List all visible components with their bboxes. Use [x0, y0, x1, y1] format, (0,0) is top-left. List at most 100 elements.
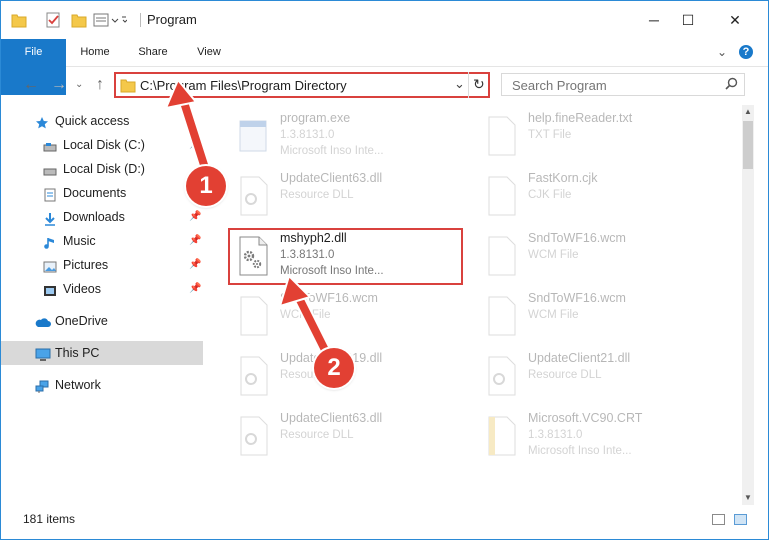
- step-badge-1: 1: [186, 166, 226, 206]
- file-item[interactable]: help.fineReader.txt TXT File: [478, 107, 718, 163]
- properties-icon[interactable]: [45, 11, 61, 29]
- file-name: UpdateClient63.dll: [280, 411, 383, 425]
- file-item[interactable]: UpdateClient63.dll Resource DLL: [230, 407, 470, 463]
- search-input[interactable]: [510, 77, 724, 94]
- file-type: WCM File: [528, 309, 579, 321]
- details-view-icon[interactable]: [712, 514, 725, 525]
- address-bar[interactable]: C:\Program Files\Program Directory ⌄: [114, 72, 490, 98]
- scroll-down-icon[interactable]: ▼: [744, 493, 752, 502]
- recent-locations-icon[interactable]: ⌄: [75, 79, 83, 90]
- dll-file-icon: [484, 355, 518, 397]
- sidebar-item-local-disk-c[interactable]: Local Disk (C:) 📌: [1, 133, 203, 157]
- dll-file-icon: [236, 355, 270, 397]
- pin-icon[interactable]: 📌: [189, 229, 201, 253]
- ribbon: File Home Share View ⌄ ?: [1, 39, 768, 95]
- sidebar-item-music[interactable]: Music 📌: [1, 229, 203, 253]
- address-dropdown-icon[interactable]: ⌄: [454, 76, 465, 92]
- refresh-button[interactable]: ↻: [468, 72, 490, 98]
- maximize-button[interactable]: ☐: [665, 1, 711, 39]
- file-type: TXT File: [528, 129, 572, 141]
- status-bar: 181 items: [1, 507, 768, 539]
- file-item[interactable]: UpdateClient21.dll Resource DLL: [478, 347, 718, 403]
- music-icon: [43, 234, 57, 249]
- forward-arrow-icon[interactable]: →: [51, 76, 67, 94]
- navigation-pane: Quick access Local Disk (C:) 📌 Local Dis…: [1, 105, 205, 505]
- file-item[interactable]: FastKorn.cjk CJK File: [478, 167, 718, 223]
- download-icon: [43, 210, 57, 226]
- close-button[interactable]: ✕: [712, 1, 758, 39]
- sidebar-item-label: Local Disk (C:): [63, 138, 145, 152]
- up-arrow-icon[interactable]: ↑: [96, 76, 104, 94]
- sidebar-item-label: Quick access: [55, 114, 130, 128]
- file-type: Resource DLL: [528, 369, 602, 381]
- sidebar-item-downloads[interactable]: Downloads 📌: [1, 205, 203, 229]
- cloud-icon: [35, 314, 51, 328]
- folder-icon: [120, 77, 136, 96]
- file-item[interactable]: UpdateClient63.dll Resource DLL: [230, 167, 470, 223]
- sidebar-item-label: This PC: [55, 346, 100, 360]
- file-type: WCM File: [280, 309, 331, 321]
- vertical-scrollbar[interactable]: ▲ ▼: [742, 105, 754, 505]
- file-name: FastKorn.cjk: [528, 171, 598, 185]
- title-divider: [140, 13, 141, 27]
- sidebar-item-local-disk-d[interactable]: Local Disk (D:): [1, 157, 203, 181]
- file-name: UpdateClient63.dll: [280, 171, 383, 185]
- address-path: C:\Program Files\Program Directory: [140, 78, 347, 93]
- highlight-box: [228, 228, 463, 285]
- pin-icon[interactable]: 📌: [189, 253, 201, 277]
- documents-icon: [43, 186, 57, 202]
- file-item[interactable]: program.exe 1.3.8131.0 Microsoft Inso In…: [230, 107, 470, 163]
- scroll-up-icon[interactable]: ▲: [744, 107, 752, 116]
- sidebar-item-label: Local Disk (D:): [63, 162, 145, 176]
- pin-icon[interactable]: 📌: [189, 277, 201, 301]
- search-icon[interactable]: [725, 77, 738, 93]
- computer-icon: [35, 346, 51, 361]
- close-icon: ✕: [729, 11, 741, 28]
- sidebar-item-label: Downloads: [63, 210, 125, 224]
- navigation-bar: ← → ⌄ ↑ C:\Program Files\Program Directo…: [1, 67, 768, 103]
- sidebar-item-this-pc[interactable]: This PC: [1, 341, 203, 365]
- tab-home[interactable]: Home: [71, 39, 119, 66]
- expand-ribbon-icon[interactable]: ⌄: [717, 45, 727, 59]
- sidebar-item-videos[interactable]: Videos 📌: [1, 277, 203, 301]
- tiles-view-icon[interactable]: [734, 514, 747, 525]
- generic-file-icon: [484, 175, 518, 217]
- sidebar-item-label: Pictures: [63, 258, 109, 272]
- new-folder-icon[interactable]: [71, 11, 87, 29]
- sidebar-item-pictures[interactable]: Pictures 📌: [1, 253, 203, 277]
- pin-icon[interactable]: 📌: [189, 133, 201, 157]
- file-list: program.exe 1.3.8131.0 Microsoft Inso In…: [206, 105, 741, 505]
- file-description: Microsoft Inso Inte...: [528, 445, 632, 457]
- search-box[interactable]: [501, 73, 745, 96]
- help-icon[interactable]: ?: [739, 45, 753, 59]
- file-item[interactable]: Microsoft.VC90.CRT 1.3.8131.0 Microsoft …: [478, 407, 718, 463]
- pin-icon[interactable]: 📌: [189, 205, 201, 229]
- sidebar-item-documents[interactable]: Documents 📌: [1, 181, 203, 205]
- sidebar-item-network[interactable]: Network: [1, 373, 203, 397]
- file-name: SndToWF16.wcm: [280, 291, 378, 305]
- tab-view[interactable]: View: [185, 39, 233, 66]
- dll-file-icon: [236, 415, 270, 457]
- file-type: Resource DLL: [280, 189, 354, 201]
- file-type: 1.3.8131.0: [528, 429, 583, 441]
- sidebar-item-label: Documents: [63, 186, 127, 200]
- dll-file-icon: [236, 175, 270, 217]
- text-file-icon: [484, 115, 518, 157]
- file-item[interactable]: SndToWF16.wcm WCM File: [478, 287, 718, 343]
- file-item[interactable]: SndToWF16.wcm WCM File: [478, 227, 718, 283]
- customize-toolbar-icon[interactable]: [93, 11, 128, 29]
- file-name: help.fineReader.txt: [528, 111, 633, 125]
- sidebar-item-onedrive[interactable]: OneDrive: [1, 309, 203, 333]
- generic-file-icon: [484, 235, 518, 277]
- generic-file-icon: [236, 295, 270, 337]
- tab-share[interactable]: Share: [129, 39, 177, 66]
- file-item[interactable]: SndToWF16.wcm WCM File: [230, 287, 470, 343]
- network-icon: [35, 378, 49, 393]
- scrollbar-thumb[interactable]: [743, 121, 753, 169]
- star-icon: [35, 114, 49, 129]
- exe-file-icon: [236, 115, 270, 157]
- window-title: Program: [147, 12, 197, 27]
- sidebar-item-quick-access[interactable]: Quick access: [1, 109, 203, 133]
- sidebar-item-label: Network: [55, 378, 101, 392]
- back-arrow-icon[interactable]: ←: [23, 76, 39, 94]
